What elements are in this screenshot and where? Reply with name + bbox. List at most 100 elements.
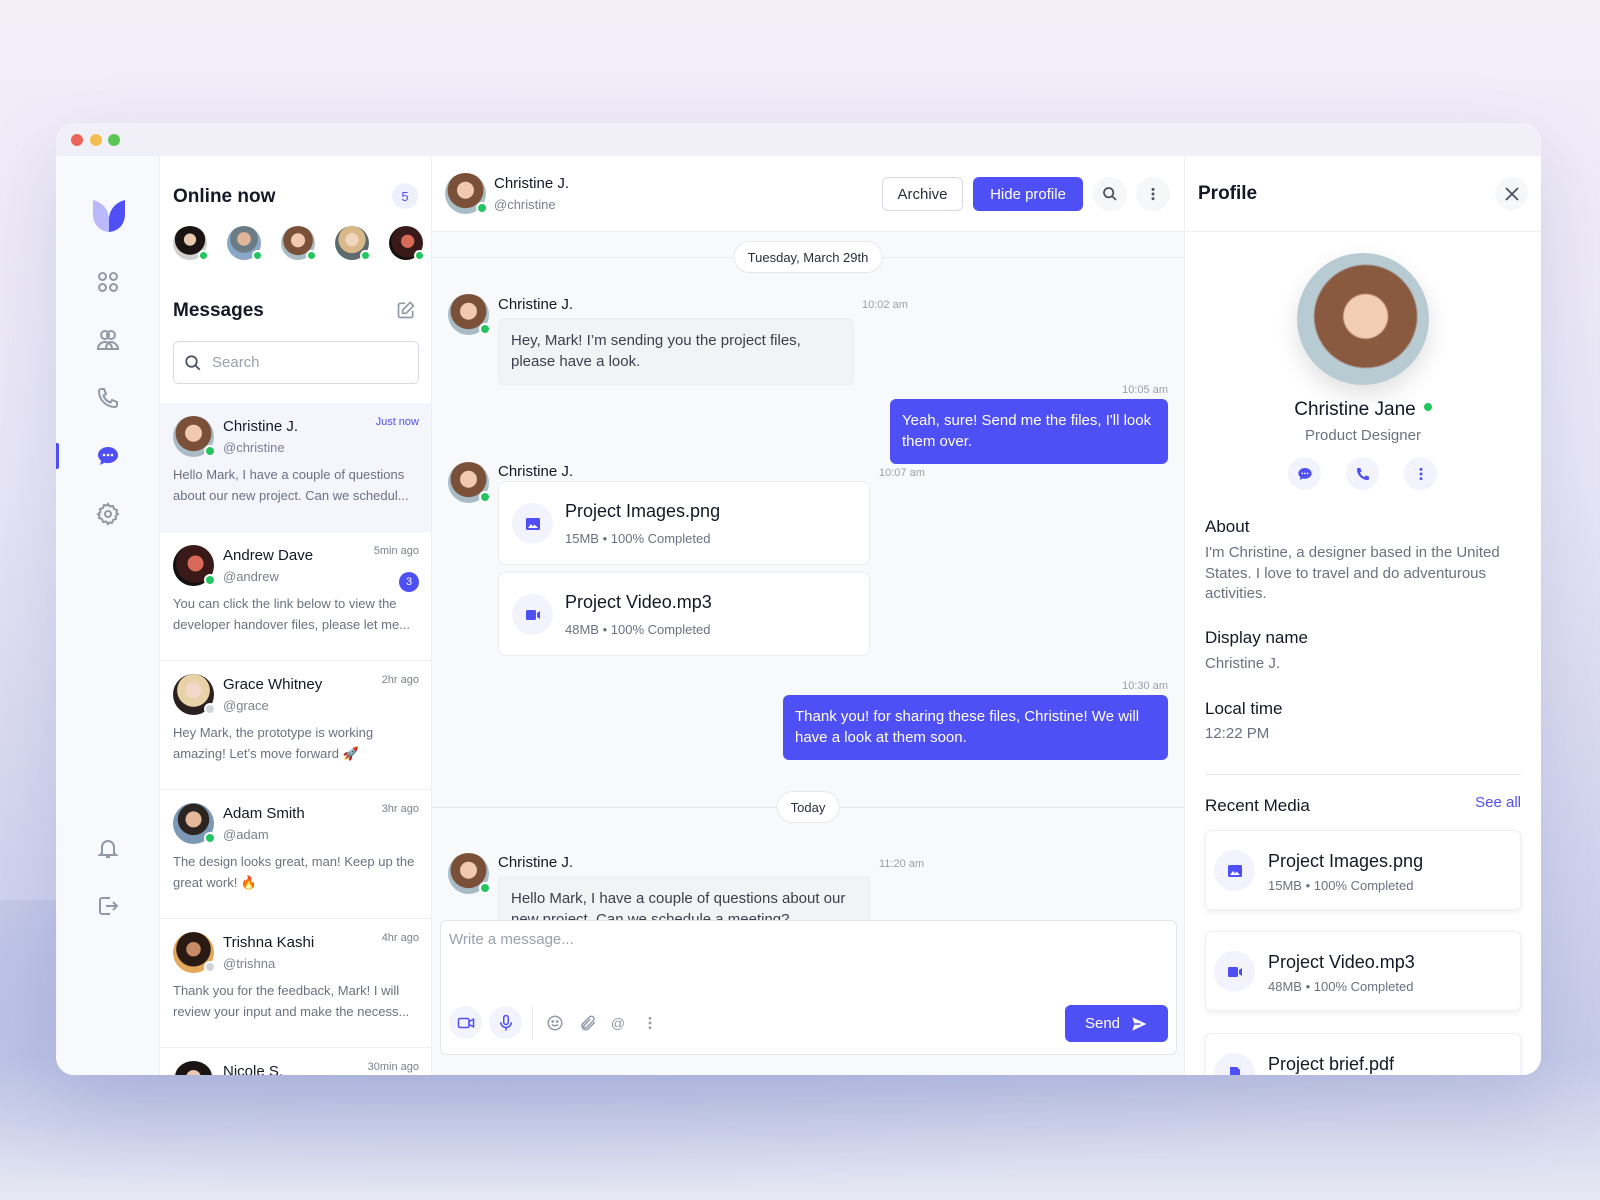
profile-call-button[interactable] [1346, 457, 1379, 490]
more-tools-button[interactable] [639, 1012, 661, 1034]
file-meta: 48MB • 100% Completed [565, 622, 711, 637]
file-icon-wrap [512, 503, 553, 544]
avatar [173, 1061, 214, 1075]
profile-heading: Profile [1198, 183, 1258, 204]
message-time: 2hr ago [381, 674, 419, 686]
contact-name: Trishna Kashi [223, 934, 315, 951]
microphone-icon [499, 1014, 512, 1030]
contact-name: Andrew Dave [223, 547, 314, 564]
attach-button[interactable] [577, 1012, 599, 1034]
nav-messages[interactable] [56, 436, 160, 476]
section-divider [1205, 774, 1521, 775]
minimize-window-button[interactable] [90, 134, 102, 146]
close-icon [1504, 186, 1519, 201]
see-all-link[interactable]: See all [1475, 794, 1521, 811]
more-options-button[interactable] [1136, 177, 1170, 211]
file-icon-wrap [1214, 951, 1255, 992]
send-label: Send [1084, 1015, 1121, 1032]
contact-name: Adam Smith [223, 805, 305, 822]
archive-button[interactable]: Archive [882, 177, 963, 211]
hide-profile-button[interactable]: Hide profile [973, 177, 1083, 211]
file-name: Project Video.mp3 [565, 592, 712, 612]
file-attachment[interactable]: Project Images.png 15MB • 100% Completed [498, 481, 870, 565]
outgoing-message: Thank you! for sharing these files, Chri… [783, 695, 1168, 760]
title-bar [56, 123, 1541, 156]
more-vertical-icon [648, 1017, 652, 1029]
emoji-button[interactable] [544, 1012, 566, 1034]
send-button[interactable]: Send [1065, 1005, 1168, 1042]
nav-contacts[interactable] [56, 320, 160, 360]
file-progress: 100% Completed [610, 531, 711, 546]
profile-name-row: Christine Jane [1185, 399, 1541, 421]
display-name-value: Christine J. [1205, 655, 1281, 672]
contact-handle: @christine [494, 197, 556, 212]
close-profile-button[interactable] [1495, 177, 1528, 210]
online-avatar[interactable] [281, 226, 317, 261]
toolbar-divider [532, 1006, 533, 1040]
sender-avatar [448, 294, 491, 335]
nav-notifications[interactable] [56, 828, 160, 868]
sender-name: Christine J. [498, 463, 574, 480]
file-progress: 100% Completed [610, 622, 711, 637]
online-status-dot [479, 491, 491, 503]
contact-name: Christine J. [494, 175, 570, 192]
nav-calls[interactable] [56, 378, 160, 418]
media-name: Project brief.pdf [1268, 1054, 1395, 1074]
conversation-item[interactable]: Andrew Dave @andrew 5min ago 3 You can c… [160, 532, 431, 661]
search-icon [185, 354, 201, 370]
bell-icon [97, 840, 119, 858]
nav-logout[interactable] [56, 886, 160, 926]
online-status-dot [479, 323, 491, 335]
video-call-button[interactable] [449, 1006, 482, 1039]
online-status-dot [1423, 402, 1432, 411]
chat-bubble-icon [1297, 467, 1312, 480]
contact-avatar[interactable] [445, 173, 488, 214]
file-icon-wrap [1214, 1053, 1255, 1075]
media-item[interactable]: Project Video.mp3 48MB • 100% Completed [1205, 931, 1521, 1011]
app-logo[interactable] [91, 196, 127, 232]
online-avatar[interactable] [173, 226, 209, 261]
emoji-icon [547, 1015, 563, 1031]
online-avatar[interactable] [389, 226, 425, 261]
online-avatar[interactable] [335, 226, 371, 261]
media-name: Project Images.png [1268, 851, 1424, 871]
file-name: Project Images.png [565, 501, 721, 521]
search-chat-button[interactable] [1093, 177, 1127, 211]
nav-settings[interactable] [56, 494, 160, 534]
close-window-button[interactable] [71, 134, 83, 146]
app-window: Online now 5 Messages Christine J. @chri… [56, 123, 1541, 1075]
active-indicator [56, 443, 59, 469]
media-item[interactable]: Project Images.png 15MB • 100% Completed [1205, 830, 1521, 910]
contact-name: Grace Whitney [223, 676, 323, 693]
media-item[interactable]: Project brief.pdf [1205, 1033, 1521, 1075]
conversation-item[interactable]: Grace Whitney @grace 2hr ago Hey Mark, t… [160, 661, 431, 790]
online-status-dot [252, 250, 263, 261]
conversation-item[interactable]: Nicole S. 30min ago [160, 1048, 431, 1075]
mention-button[interactable]: @ [607, 1012, 629, 1034]
offline-status-dot [204, 961, 216, 973]
online-count-badge: 5 [392, 183, 418, 209]
message-time: Just now [375, 416, 419, 428]
message-input[interactable] [449, 931, 1149, 971]
gear-icon [96, 502, 120, 526]
profile-more-button[interactable] [1404, 457, 1437, 490]
compose-icon[interactable] [396, 300, 416, 320]
nav-dashboard[interactable] [56, 262, 160, 302]
conversation-item[interactable]: Adam Smith @adam 3hr ago The design look… [160, 790, 431, 919]
online-avatar[interactable] [227, 226, 263, 261]
chat-panel: Christine J. @christine Archive Hide pro… [432, 156, 1185, 1075]
conversation-item[interactable]: Christine J. @christine Just now Hello M… [160, 403, 431, 532]
online-status-dot [479, 882, 491, 894]
voice-message-button[interactable] [489, 1006, 522, 1039]
date-divider: Tuesday, March 29th [733, 241, 883, 273]
conversation-item[interactable]: Trishna Kashi @trishna 4hr ago Thank you… [160, 919, 431, 1048]
search-input[interactable] [212, 354, 402, 371]
profile-panel: Profile Christine Jane Product Designer … [1185, 156, 1541, 1075]
file-attachment[interactable]: Project Video.mp3 48MB • 100% Completed [498, 572, 870, 656]
online-status-dot [204, 574, 216, 586]
maximize-window-button[interactable] [108, 134, 120, 146]
file-size: 48MB [565, 622, 599, 637]
message-preview: You can click the link below to view the… [173, 596, 411, 632]
phone-icon [97, 388, 118, 409]
profile-message-button[interactable] [1288, 457, 1321, 490]
